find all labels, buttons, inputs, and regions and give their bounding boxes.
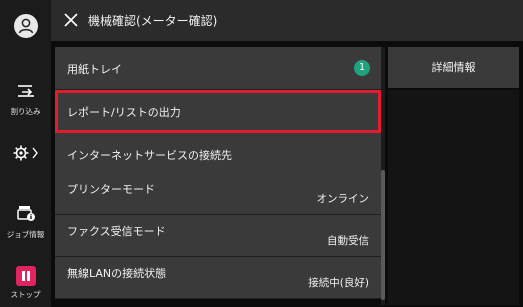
menu-list: 用紙トレイ 1 レポート/リストの出力 インターネットサービスの接続先: [55, 47, 381, 176]
gear-icon: [13, 145, 38, 161]
left-rail: 割り込み ジョブ情報 ストップ: [0, 0, 51, 307]
status-label: プリンターモード: [67, 183, 155, 196]
close-icon[interactable]: [61, 10, 81, 30]
job-info-button[interactable]: ジョブ情報: [0, 204, 51, 240]
menu-item-paper-tray[interactable]: 用紙トレイ 1: [55, 47, 381, 90]
interrupt-label: 割り込み: [10, 107, 41, 116]
stop-button[interactable]: ストップ: [0, 266, 51, 300]
menu-item-internet-services[interactable]: インターネットサービスの接続先: [55, 133, 381, 176]
menu-item-label: レポート/リストの出力: [67, 106, 181, 119]
menu-item-label: インターネットサービスの接続先: [67, 149, 232, 162]
menu-item-label: 用紙トレイ: [67, 63, 122, 76]
status-row-printer-mode[interactable]: プリンターモード オンライン: [55, 173, 381, 215]
header-bar: 機械確認(メーター確認): [51, 0, 523, 41]
status-row-fax-receive-mode[interactable]: ファクス受信モード 自動受信: [55, 215, 381, 257]
status-value: 自動受信: [327, 235, 369, 247]
status-label: ファクス受信モード: [67, 225, 166, 238]
interrupt-button[interactable]: 割り込み: [0, 83, 51, 117]
job-info-label: ジョブ情報: [6, 230, 45, 239]
user-button[interactable]: [0, 14, 51, 38]
detail-info-button[interactable]: 詳細情報: [388, 47, 519, 88]
interrupt-icon: [17, 85, 34, 97]
stop-icon: [15, 266, 36, 286]
job-info-icon: [16, 206, 35, 221]
status-list: プリンターモード オンライン ファクス受信モード 自動受信 無線LANの接続状態…: [55, 173, 381, 299]
page-title: 機械確認(メーター確認): [88, 14, 218, 28]
detail-panel: [388, 90, 519, 305]
status-value: 接続中(良好): [308, 277, 369, 289]
menu-item-report-list-output[interactable]: レポート/リストの出力: [55, 90, 381, 133]
settings-button[interactable]: [0, 143, 51, 167]
status-value: オンライン: [316, 193, 370, 205]
scrollbar-thumb[interactable]: [381, 170, 385, 300]
user-icon: [13, 14, 38, 38]
status-label: 無線LANの接続状態: [67, 267, 167, 280]
notification-badge: 1: [354, 60, 370, 76]
status-row-wireless-lan[interactable]: 無線LANの接続状態 接続中(良好): [55, 257, 381, 299]
stop-label: ストップ: [10, 290, 41, 299]
